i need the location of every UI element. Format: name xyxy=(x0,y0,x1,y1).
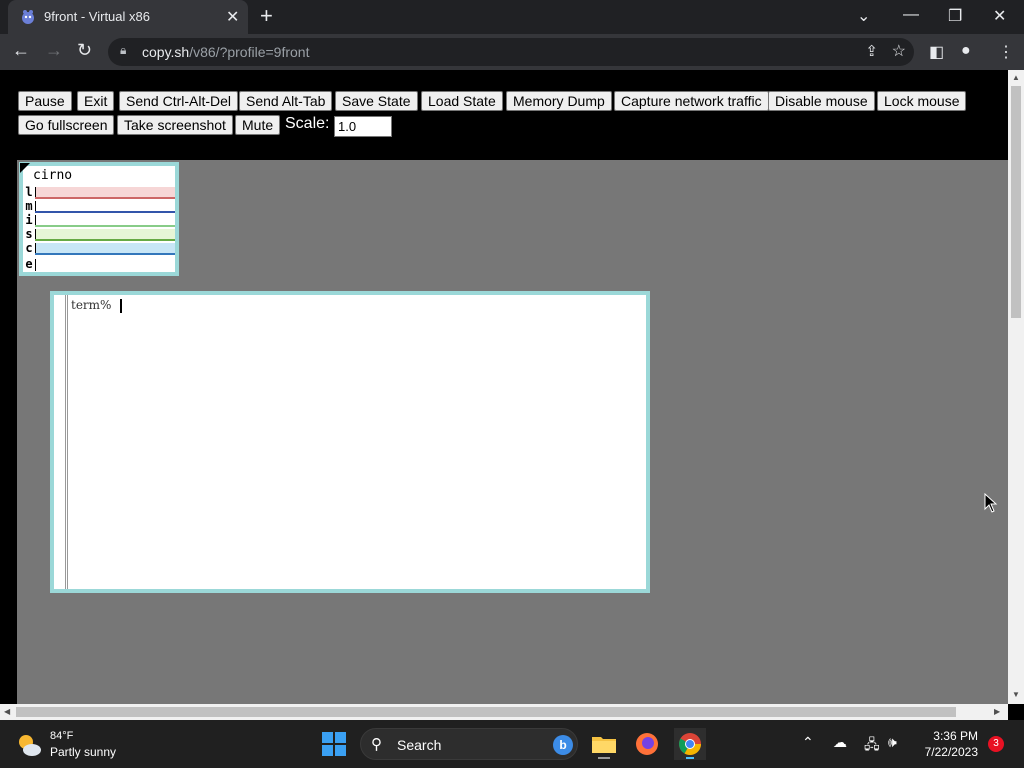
stat-row-context: c xyxy=(23,241,175,256)
chrome-icon[interactable] xyxy=(674,728,706,760)
memory-dump-button[interactable]: Memory Dump xyxy=(506,91,612,111)
glenda-favicon-icon xyxy=(22,10,34,24)
clock-date: 7/22/2023 xyxy=(924,745,978,759)
stat-label: e xyxy=(25,257,33,271)
search-label: Search xyxy=(397,737,442,753)
scroll-down-icon[interactable]: ▼ xyxy=(1012,690,1020,699)
url-path: /v86/?profile=9front xyxy=(189,44,310,60)
url-text: copy.sh/v86/?profile=9front xyxy=(142,44,309,60)
vertical-scrollbar[interactable]: ▲ ▼ xyxy=(1008,70,1024,704)
taskbar: 84°F Partly sunny ⚲ Search b ⌃ ☁ 🖧︎ 🕪︎ 3… xyxy=(0,720,1024,768)
file-explorer-icon[interactable] xyxy=(588,728,620,760)
stat-line xyxy=(35,239,175,241)
text-cursor xyxy=(120,299,122,313)
stat-label: m xyxy=(25,199,33,213)
save-state-button[interactable]: Save State xyxy=(335,91,418,111)
terminal-window[interactable]: term% xyxy=(50,291,650,593)
stat-label: c xyxy=(25,241,33,255)
search-icon: ⚲ xyxy=(371,736,382,753)
network-icon[interactable]: 🖧︎ xyxy=(864,734,880,758)
terminal-scrollbar-edge xyxy=(67,295,68,589)
terminal-prompt: term% xyxy=(71,298,112,312)
stat-row-ether: e xyxy=(23,257,175,272)
scale-input[interactable] xyxy=(334,116,392,137)
horizontal-scrollbar[interactable]: ◀ ▶ xyxy=(0,704,1008,720)
notification-badge[interactable]: 3 xyxy=(988,736,1004,752)
partly-sunny-icon xyxy=(19,735,41,756)
disable-mouse-button[interactable]: Disable mouse xyxy=(768,91,875,111)
volume-icon[interactable]: 🕪︎ xyxy=(888,734,897,751)
pause-button[interactable]: Pause xyxy=(18,91,72,111)
reload-icon[interactable]: ↻ xyxy=(77,40,92,61)
bookmark-star-icon[interactable]: ☆ xyxy=(892,41,906,61)
stat-row-load: l xyxy=(23,185,175,200)
weather-widget[interactable]: 84°F Partly sunny xyxy=(16,728,136,760)
stat-bar xyxy=(35,259,175,271)
side-panel-icon[interactable]: ◧ xyxy=(929,42,944,62)
tab-close-icon[interactable]: ✕ xyxy=(226,7,239,27)
send-ctrl-alt-del-button[interactable]: Send Ctrl-Alt-Del xyxy=(119,91,239,111)
taskbar-clock[interactable]: 3:36 PM 7/22/2023 xyxy=(908,728,978,760)
stat-line xyxy=(35,197,175,199)
scroll-right-icon[interactable]: ▶ xyxy=(994,707,1000,716)
tab-search-icon[interactable]: ⌄ xyxy=(857,6,870,26)
tab-title: 9front - Virtual x86 xyxy=(44,9,150,24)
emulator-screen[interactable]: cirno l m i s c e term% xyxy=(17,160,1008,704)
lock-icon[interactable]: 🔒︎ xyxy=(120,43,126,58)
restore-icon[interactable]: ❐ xyxy=(948,6,962,26)
browser-tab[interactable]: 9front - Virtual x86 ✕ xyxy=(8,0,248,34)
stats-hostname: cirno xyxy=(33,168,73,183)
lock-mouse-button[interactable]: Lock mouse xyxy=(877,91,967,111)
window-corner-icon xyxy=(20,163,30,173)
weather-temperature: 84°F xyxy=(50,730,74,742)
take-screenshot-button[interactable]: Take screenshot xyxy=(117,115,233,135)
profile-icon[interactable]: ● xyxy=(961,42,971,60)
back-icon[interactable]: ← xyxy=(12,40,30,61)
weather-description: Partly sunny xyxy=(50,745,117,759)
stat-label: s xyxy=(25,227,33,241)
exit-button[interactable]: Exit xyxy=(77,91,115,111)
vertical-scroll-thumb[interactable] xyxy=(1011,86,1021,318)
scale-label: Scale: xyxy=(285,115,330,132)
bing-icon[interactable]: b xyxy=(553,735,573,755)
mute-button[interactable]: Mute xyxy=(235,115,281,135)
stat-label: l xyxy=(25,185,33,199)
show-hidden-icons-icon[interactable]: ⌃ xyxy=(802,734,814,751)
capture-network-traffic-button[interactable]: Capture network traffic xyxy=(614,91,769,111)
stat-row-intr: i xyxy=(23,213,175,228)
stat-row-syscall: s xyxy=(23,227,175,242)
load-state-button[interactable]: Load State xyxy=(421,91,503,111)
stat-line xyxy=(35,211,175,213)
stats-window[interactable]: cirno l m i s c e xyxy=(19,162,179,276)
send-alt-tab-button[interactable]: Send Alt-Tab xyxy=(239,91,333,111)
minimize-icon[interactable]: — xyxy=(903,6,919,24)
url-host: copy.sh xyxy=(142,44,190,60)
scroll-left-icon[interactable]: ◀ xyxy=(4,707,10,716)
share-icon[interactable]: ⇪ xyxy=(865,42,878,60)
scroll-up-icon[interactable]: ▲ xyxy=(1012,73,1020,82)
browser-toolbar: ← → ↻ 🔒︎ copy.sh/v86/?profile=9front ⇪ ☆… xyxy=(0,34,1024,70)
stat-line xyxy=(35,225,175,227)
address-bar[interactable]: 🔒︎ copy.sh/v86/?profile=9front ⇪ ☆ xyxy=(108,38,914,66)
stat-label: i xyxy=(25,213,33,227)
clock-time: 3:36 PM xyxy=(933,729,978,743)
horizontal-scroll-thumb[interactable] xyxy=(16,707,956,717)
forward-icon: → xyxy=(45,40,63,60)
window-close-icon[interactable]: ✕ xyxy=(993,6,1006,26)
windows-start-icon[interactable] xyxy=(322,732,346,756)
terminal-scrollbar[interactable] xyxy=(65,295,66,589)
tab-strip: 9front - Virtual x86 ✕ + ⌄ — ❐ ✕ xyxy=(0,0,1024,34)
page-content: Pause Exit Send Ctrl-Alt-Del Send Alt-Ta… xyxy=(0,70,1008,704)
taskbar-search[interactable]: ⚲ Search b xyxy=(360,728,578,760)
mouse-pointer-icon xyxy=(984,493,998,513)
firefox-icon[interactable] xyxy=(631,728,663,760)
onedrive-icon[interactable]: ☁ xyxy=(833,734,847,751)
stat-line xyxy=(35,253,175,255)
stat-row-memory: m xyxy=(23,199,175,214)
new-tab-button[interactable]: + xyxy=(260,4,273,28)
go-fullscreen-button[interactable]: Go fullscreen xyxy=(18,115,115,135)
menu-icon[interactable]: ⋮ xyxy=(998,42,1014,62)
